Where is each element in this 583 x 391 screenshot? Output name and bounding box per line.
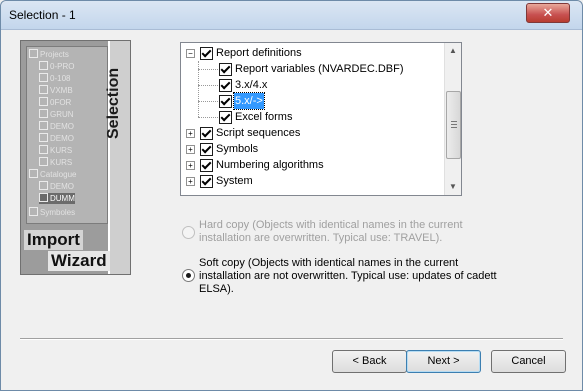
title-bar[interactable]: Selection - 1 ✕ <box>1 1 582 30</box>
checkbox-checked-icon[interactable] <box>219 63 232 76</box>
wizard-tree-row: DUMM <box>39 193 75 204</box>
tree-line <box>198 101 218 102</box>
checkbox-checked-icon[interactable] <box>219 111 232 124</box>
object-tree-view[interactable]: − Report definitions Report variables (N… <box>180 42 462 196</box>
footer-separator <box>20 338 563 340</box>
tree-item-label-selected: 5.x/-> <box>233 92 265 110</box>
wizard-selection-text: Selection <box>105 67 122 139</box>
checkbox-checked-icon[interactable] <box>219 79 232 92</box>
wizard-tree-row: VXMB <box>39 85 73 96</box>
checkbox-checked-icon[interactable] <box>219 95 232 108</box>
tree-line <box>198 85 218 86</box>
checkbox-checked-icon[interactable] <box>200 175 213 188</box>
cancel-button[interactable]: Cancel <box>491 350 566 373</box>
window-title: Selection - 1 <box>9 8 76 22</box>
wizard-tree-row: 0FOR <box>39 97 71 108</box>
scroll-down-arrow-icon[interactable]: ▼ <box>445 179 461 195</box>
wizard-tree-row: DEMO <box>39 121 74 132</box>
wizard-wizard-text: Wizard <box>48 251 110 271</box>
tree-vertical-scrollbar[interactable]: ▲ ▼ <box>444 43 461 195</box>
wizard-tree-row: 0-PRO <box>39 61 74 72</box>
back-button[interactable]: < Back <box>332 350 407 373</box>
tree-item-label: Numbering algorithms <box>216 159 324 171</box>
wizard-tree-row: DEMO <box>39 133 74 144</box>
next-button[interactable]: Next > <box>406 350 481 373</box>
close-button[interactable]: ✕ <box>526 3 570 23</box>
scrollbar-thumb[interactable] <box>446 91 461 159</box>
checkbox-checked-icon[interactable] <box>200 159 213 172</box>
tree-item-label: Report definitions <box>216 47 302 59</box>
soft-copy-label: Soft copy (Objects with identical names … <box>199 257 497 295</box>
wizard-tree-row: KURS <box>39 145 72 156</box>
checkbox-checked-icon[interactable] <box>200 127 213 140</box>
tree-item-label: Report variables (NVARDEC.DBF) <box>235 63 404 75</box>
wizard-tree-row: Projects <box>29 49 69 60</box>
collapse-icon[interactable]: − <box>186 49 195 58</box>
hard-copy-radio[interactable] <box>182 226 195 239</box>
expand-icon[interactable]: + <box>186 145 195 154</box>
dialog-window: Selection - 1 ✕ Projects 0-PRO 0-108 VXM… <box>0 0 583 391</box>
tree-item-label: Excel forms <box>235 111 293 123</box>
close-icon: ✕ <box>542 5 554 20</box>
expand-icon[interactable]: + <box>186 161 195 170</box>
expand-icon[interactable]: + <box>186 177 195 186</box>
wizard-image-tree: Projects 0-PRO 0-108 VXMB 0FOR GRUN DEMO… <box>26 46 108 224</box>
wizard-tree-row: Symboles <box>29 207 75 218</box>
wizard-tree-row: 0-108 <box>39 73 70 84</box>
wizard-import-text: Import <box>24 230 83 250</box>
scroll-up-arrow-icon[interactable]: ▲ <box>445 43 461 59</box>
tree-item-label: Symbols <box>216 143 259 155</box>
tree-item-label: Script sequences <box>216 127 301 139</box>
import-wizard-image: Projects 0-PRO 0-108 VXMB 0FOR GRUN DEMO… <box>20 40 131 275</box>
hard-copy-label: Hard copy (Objects with identical names … <box>199 219 463 244</box>
tree-line <box>198 69 218 70</box>
wizard-tree-row: Catalogue <box>29 169 76 180</box>
tree-item-label: 3.x/4.x <box>235 79 268 91</box>
expand-icon[interactable]: + <box>186 129 195 138</box>
wizard-tree-row: GRUN <box>39 109 74 120</box>
checkbox-checked-icon[interactable] <box>200 47 213 60</box>
wizard-tree-row: KURS <box>39 157 72 168</box>
soft-copy-radio[interactable] <box>182 269 195 282</box>
tree-item-label: System <box>216 175 253 187</box>
checkbox-checked-icon[interactable] <box>200 143 213 156</box>
dialog-client-area: Projects 0-PRO 0-108 VXMB 0FOR GRUN DEMO… <box>8 30 575 384</box>
wizard-tree-row: DEMO <box>39 181 74 192</box>
tree-line <box>198 117 218 118</box>
